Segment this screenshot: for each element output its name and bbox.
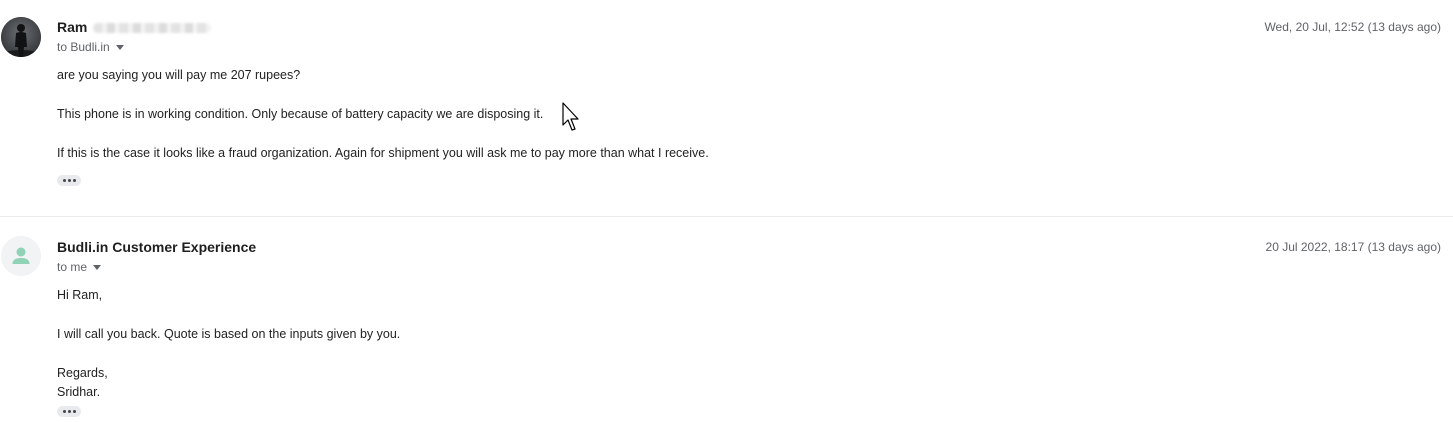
message-timestamp: Wed, 20 Jul, 12:52 (13 days ago): [1264, 20, 1441, 34]
recipient-details-toggle[interactable]: to me: [57, 260, 102, 274]
message-body-line: This phone is in working condition. Only…: [57, 107, 544, 121]
message-timestamp: 20 Jul 2022, 18:17 (13 days ago): [1265, 240, 1441, 254]
recipient-details-toggle[interactable]: to Budli.in: [57, 40, 124, 54]
sender-name[interactable]: Ram: [57, 19, 212, 35]
sender-name-text: Ram: [57, 19, 88, 35]
message-body-line: Sridhar.: [57, 385, 101, 399]
sender-avatar[interactable]: [1, 17, 41, 57]
message-body-line: Regards,: [57, 366, 108, 380]
more-horiz-icon: [63, 179, 66, 182]
more-horiz-icon: [63, 410, 66, 413]
recipient-text: to Budli.in: [57, 40, 110, 54]
sender-avatar[interactable]: [1, 236, 41, 276]
cursor-arrow-icon: [562, 102, 579, 131]
person-icon: [1, 236, 41, 276]
sender-name[interactable]: Budli.in Customer Experience: [57, 239, 256, 255]
message-body-line: Hi Ram,: [57, 288, 103, 302]
photo-avatar: [1, 17, 41, 57]
recipient-text: to me: [57, 260, 88, 274]
email-message: Ram to Budli.in Wed, 20 Jul, 12:52 (13 d…: [0, 0, 1453, 216]
show-trimmed-content-button[interactable]: [57, 406, 81, 417]
caret-down-icon: [93, 265, 102, 271]
message-body-line: I will call you back. Quote is based on …: [57, 327, 401, 341]
message-body-line: are you saying you will pay me 207 rupee…: [57, 68, 301, 82]
redacted-sender-email: [93, 23, 212, 34]
caret-down-icon: [115, 45, 124, 51]
email-message: Budli.in Customer Experience to me 20 Ju…: [0, 217, 1453, 422]
message-body-line: If this is the case it looks like a frau…: [57, 146, 709, 160]
show-trimmed-content-button[interactable]: [57, 175, 81, 186]
